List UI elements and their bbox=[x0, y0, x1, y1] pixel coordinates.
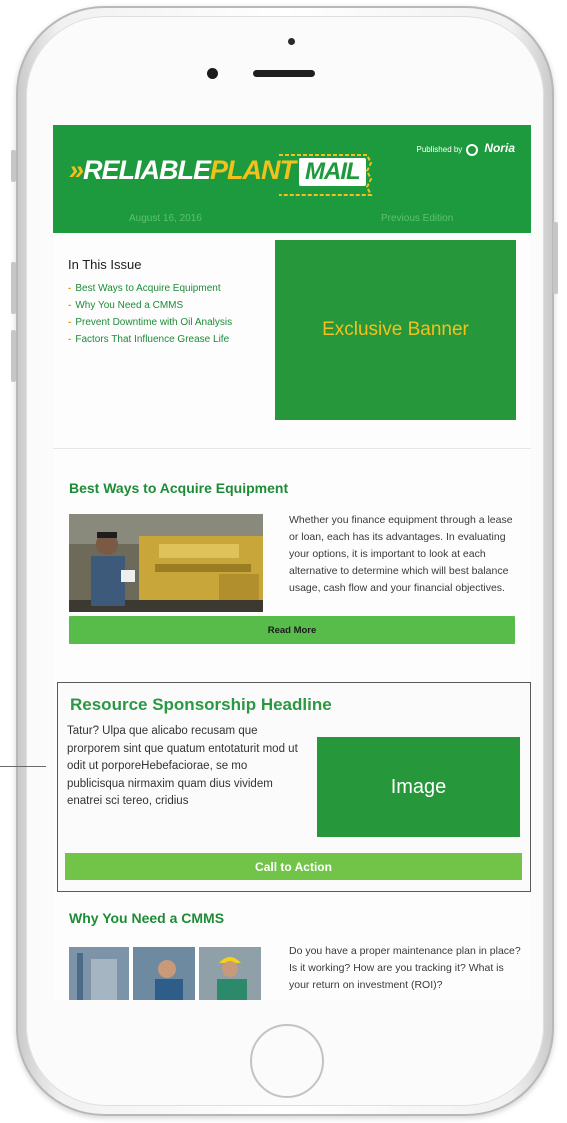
issue-date: August 16, 2016 bbox=[129, 213, 202, 224]
article-heading[interactable]: Best Ways to Acquire Equipment bbox=[69, 480, 288, 496]
article-heading[interactable]: Why You Need a CMMS bbox=[69, 910, 224, 926]
cmms-photo[interactable] bbox=[69, 947, 261, 1000]
noria-logo-icon bbox=[466, 143, 479, 156]
power-button bbox=[553, 222, 558, 294]
issue-link-oil-analysis[interactable]: - Prevent Downtime with Oil Analysis bbox=[68, 317, 232, 328]
technician-engine-illustration bbox=[69, 514, 263, 612]
volume-up-button bbox=[11, 150, 16, 182]
issue-link-grease-life[interactable]: - Factors That Influence Grease Life bbox=[68, 334, 232, 345]
published-by-label: Published by bbox=[416, 145, 463, 154]
sponsor-headline[interactable]: Resource Sponsorship Headline bbox=[70, 695, 332, 715]
bullet-dash: - bbox=[68, 300, 72, 311]
sponsor-image-placeholder[interactable]: Image bbox=[317, 737, 520, 837]
issue-link-label: Why You Need a CMMS bbox=[75, 300, 184, 311]
read-more-label: Read More bbox=[267, 624, 317, 636]
previous-edition-link[interactable]: Previous Edition bbox=[381, 213, 453, 224]
masthead: »RELIABLEPLANT MAIL Published by Noria Aug… bbox=[53, 125, 531, 233]
logo-reliable: RELIABLE bbox=[83, 155, 211, 185]
issue-link-label: Best Ways to Acquire Equipment bbox=[75, 283, 221, 294]
call-to-action-button[interactable]: Call to Action bbox=[65, 853, 522, 880]
front-camera bbox=[207, 68, 218, 79]
banner-label: Exclusive Banner bbox=[322, 319, 469, 340]
logo-wordmark: »RELIABLEPLANT MAIL bbox=[69, 155, 366, 186]
logo-plant: PLANT bbox=[210, 155, 296, 185]
proximity-sensor bbox=[288, 38, 295, 45]
issue-link-label: Prevent Downtime with Oil Analysis bbox=[75, 317, 233, 328]
bullet-dash: - bbox=[68, 283, 72, 294]
in-this-issue-title: In This Issue bbox=[68, 257, 142, 272]
sponsor-image-label: Image bbox=[390, 775, 447, 798]
issue-link-cmms[interactable]: - Why You Need a CMMS bbox=[68, 300, 232, 311]
in-this-issue-list: - Best Ways to Acquire Equipment - Why You… bbox=[68, 283, 232, 351]
bullet-dash: - bbox=[68, 334, 72, 345]
publisher-name: Noria bbox=[484, 141, 515, 155]
maintenance-workers-illustration bbox=[69, 947, 261, 1000]
reliableplant-mail-logo: »RELIABLEPLANT MAIL bbox=[61, 145, 373, 203]
call-to-action-label: Call to Action bbox=[255, 859, 332, 874]
volume-button bbox=[11, 330, 16, 382]
section-divider bbox=[53, 448, 531, 449]
published-by: Published by Noria bbox=[416, 141, 515, 156]
logo-prefix: » bbox=[69, 155, 84, 185]
exclusive-banner[interactable]: Exclusive Banner bbox=[275, 240, 516, 420]
read-more-button[interactable]: Read More bbox=[69, 616, 515, 644]
issue-link-equipment[interactable]: - Best Ways to Acquire Equipment bbox=[68, 283, 232, 294]
callout-line bbox=[0, 766, 46, 767]
email-screen: »RELIABLEPLANT MAIL Published by Noria Aug… bbox=[53, 125, 531, 1000]
logo-mail: MAIL bbox=[299, 158, 366, 186]
bullet-dash: - bbox=[68, 317, 72, 328]
issue-link-label: Factors That Influence Grease Life bbox=[75, 334, 230, 345]
volume-down-button bbox=[11, 262, 16, 314]
sponsorship-block: Resource Sponsorship Headline Tatur? Ulp… bbox=[57, 682, 531, 892]
article-summary: Do you have a proper maintenance plan in… bbox=[289, 945, 521, 991]
article-summary: Whether you finance equipment through a … bbox=[289, 514, 513, 594]
sponsor-body: Tatur? Ulpa que alicabo recusam que pror… bbox=[67, 725, 298, 807]
home-button[interactable] bbox=[250, 1024, 324, 1098]
earpiece-speaker bbox=[253, 70, 315, 77]
equipment-photo[interactable] bbox=[69, 514, 263, 612]
